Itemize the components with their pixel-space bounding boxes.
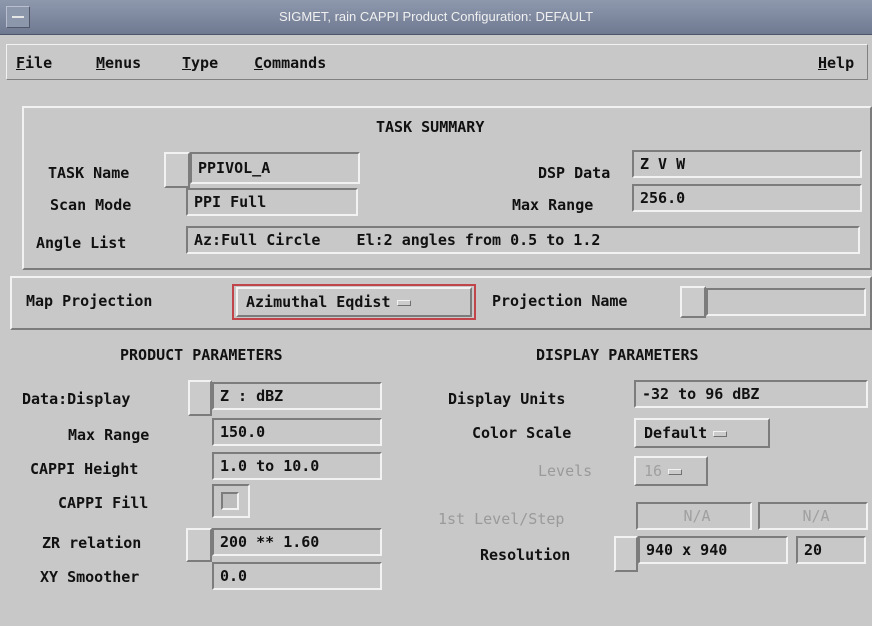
resolution-extra-field[interactable]: 20 [796,536,866,564]
scan-mode-field: PPI Full [186,188,358,216]
data-display-field: Z : dBZ [212,382,382,410]
map-projection-select[interactable]: Azimuthal Eqdist [236,287,472,317]
menu-type[interactable]: Type [182,54,218,72]
dsp-data-label: DSP Data [538,164,611,182]
max-range-task-field: 256.0 [632,184,862,212]
levels-label: Levels [538,462,593,480]
option-menu-indicator-icon [396,299,411,306]
angle-list-label: Angle List [36,234,127,252]
zr-relation-select-button[interactable] [186,528,212,562]
max-range-field[interactable]: 150.0 [212,418,382,446]
color-scale-label: Color Scale [472,424,572,442]
resolution-label: Resolution [480,546,571,564]
display-units-label: Display Units [448,390,566,408]
levels-select[interactable]: 16 [634,456,708,486]
color-scale-select[interactable]: Default [634,418,770,448]
dsp-data-field: Z V W [632,150,862,178]
menu-menus[interactable]: Menus [96,54,141,72]
task-name-field[interactable]: PPIVOL_A [190,152,360,184]
resolution-select-button[interactable] [614,536,638,572]
zr-relation-label: ZR relation [42,534,142,552]
max-range-task-label: Max Range [512,196,594,214]
xy-smoother-label: XY Smoother [40,568,140,586]
max-range-label: Max Range [68,426,150,444]
projection-name-label: Projection Name [492,292,628,310]
menu-file[interactable]: File [16,54,52,72]
menu-commands[interactable]: Commands [254,54,326,72]
projection-name-button[interactable] [680,286,706,318]
map-projection-label: Map Projection [26,292,153,310]
menu-help[interactable]: Help [818,54,854,72]
scan-mode-label: Scan Mode [50,196,132,214]
resolution-field[interactable]: 940 x 940 [638,536,788,564]
level-step-field[interactable]: N/A [758,502,868,530]
option-menu-indicator-icon [668,468,683,475]
cappi-height-label: CAPPI Height [30,460,139,478]
angle-list-field: Az:Full Circle El:2 angles from 0.5 to 1… [186,226,860,254]
task-name-label: TASK Name [48,164,130,182]
projection-name-field[interactable] [706,288,866,316]
data-display-label: Data:Display [22,390,131,408]
cappi-height-field[interactable]: 1.0 to 10.0 [212,452,382,480]
display-params-heading: DISPLAY PARAMETERS [536,346,699,364]
cappi-fill-label: CAPPI Fill [58,494,149,512]
first-level-field[interactable]: N/A [636,502,752,530]
first-level-step-label: 1st Level/Step [438,510,565,528]
display-units-field: -32 to 96 dBZ [634,380,868,408]
window-title: SIGMET, rain CAPPI Product Configuration… [278,9,594,24]
option-menu-indicator-icon [713,430,728,437]
cappi-fill-checkbox[interactable] [221,492,239,510]
task-name-select-button[interactable] [164,152,190,188]
product-params-heading: PRODUCT PARAMETERS [120,346,283,364]
zr-relation-field[interactable]: 200 ** 1.60 [212,528,382,556]
task-summary-heading: TASK SUMMARY [376,118,485,136]
xy-smoother-field[interactable]: 0.0 [212,562,382,590]
data-display-select-button[interactable] [188,380,212,416]
